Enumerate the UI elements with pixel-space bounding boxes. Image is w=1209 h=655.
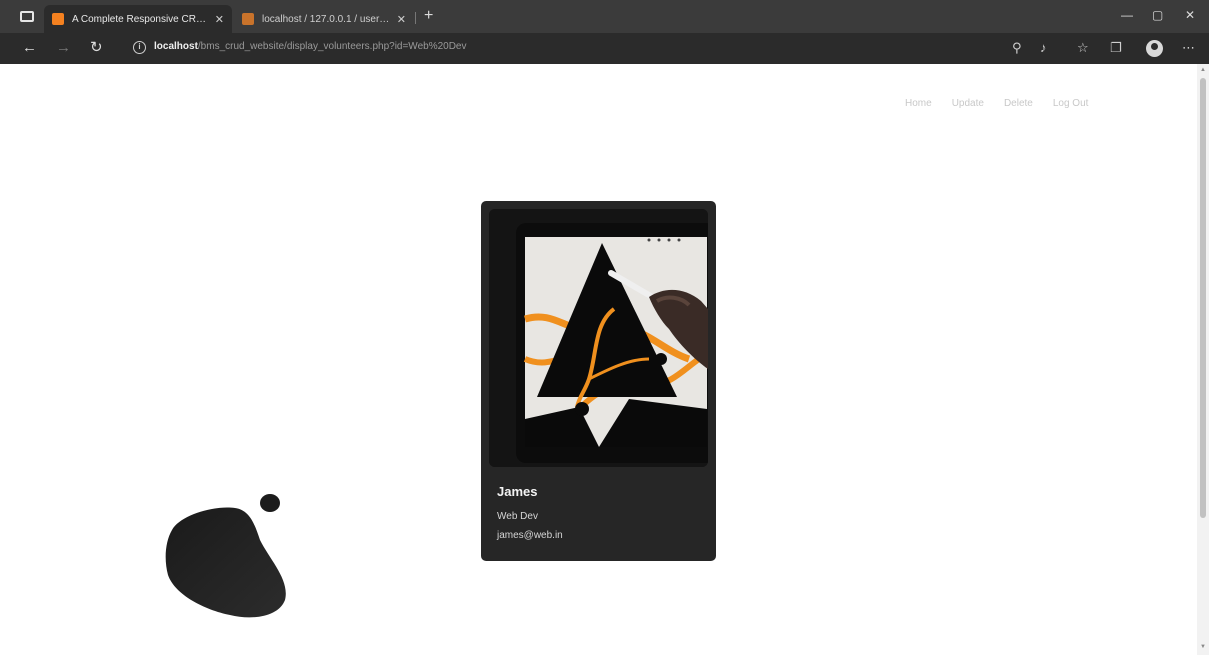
close-icon[interactable]: ✕: [397, 13, 406, 26]
address-bar[interactable]: localhost/bms_crud_website/display_volun…: [154, 41, 467, 52]
tab-actions-icon[interactable]: [20, 11, 34, 22]
tab-label: localhost / 127.0.0.1 / user_data: [262, 13, 391, 25]
tab-phpmyadmin[interactable]: localhost / 127.0.0.1 / user_data ✕: [234, 5, 414, 33]
browser-toolbar: ← → ↻ i localhost/bms_crud_website/displ…: [0, 33, 1209, 64]
site-navigation: Home Update Delete Log Out: [905, 98, 1088, 109]
search-icon[interactable]: ⚲: [1012, 40, 1022, 56]
browser-titlebar: A Complete Responsive CRUD ✕ localhost /…: [0, 0, 1209, 33]
volunteer-photo: [489, 209, 708, 467]
scroll-thumb[interactable]: [1200, 78, 1206, 518]
crud-favicon-icon: [52, 13, 64, 25]
volunteer-role: Web Dev: [497, 511, 538, 522]
favorites-icon[interactable]: ☆: [1077, 40, 1089, 56]
scroll-down-icon[interactable]: ▼: [1200, 644, 1206, 650]
read-aloud-icon[interactable]: ♪: [1040, 40, 1047, 55]
volunteer-card: James Web Dev james@web.in: [481, 201, 716, 561]
tab-label: A Complete Responsive CRUD: [72, 13, 209, 25]
maximize-button[interactable]: ▢: [1152, 8, 1163, 22]
new-tab-button[interactable]: +: [424, 7, 433, 25]
nav-logout-link[interactable]: Log Out: [1053, 98, 1089, 109]
decorative-blob-shape: [165, 494, 286, 618]
url-host: localhost: [154, 41, 198, 52]
forward-button[interactable]: →: [56, 39, 71, 57]
volunteer-name: James: [497, 484, 538, 499]
nav-home-link[interactable]: Home: [905, 98, 932, 109]
back-button[interactable]: ←: [22, 39, 37, 57]
scroll-up-icon[interactable]: ▲: [1200, 67, 1206, 73]
url-path: /bms_crud_website/display_volunteers.php…: [197, 41, 467, 52]
close-window-button[interactable]: ✕: [1185, 8, 1195, 22]
close-icon[interactable]: ✕: [215, 13, 224, 26]
volunteer-email: james@web.in: [497, 530, 563, 541]
nav-update-link[interactable]: Update: [952, 98, 984, 109]
tab-divider: [415, 12, 416, 24]
collections-icon[interactable]: ❐: [1110, 40, 1122, 56]
more-menu-icon[interactable]: ⋯: [1182, 40, 1195, 56]
nav-delete-link[interactable]: Delete: [1004, 98, 1033, 109]
site-info-icon[interactable]: i: [133, 41, 146, 54]
tab-crud[interactable]: A Complete Responsive CRUD ✕: [44, 5, 232, 33]
profile-avatar[interactable]: [1146, 40, 1163, 57]
refresh-button[interactable]: ↻: [90, 39, 103, 57]
minimize-button[interactable]: —: [1121, 8, 1133, 22]
page-scrollbar[interactable]: ▲ ▼: [1197, 64, 1209, 655]
tablet-drawing-illustration: [489, 209, 708, 467]
phpmyadmin-favicon-icon: [242, 13, 254, 25]
